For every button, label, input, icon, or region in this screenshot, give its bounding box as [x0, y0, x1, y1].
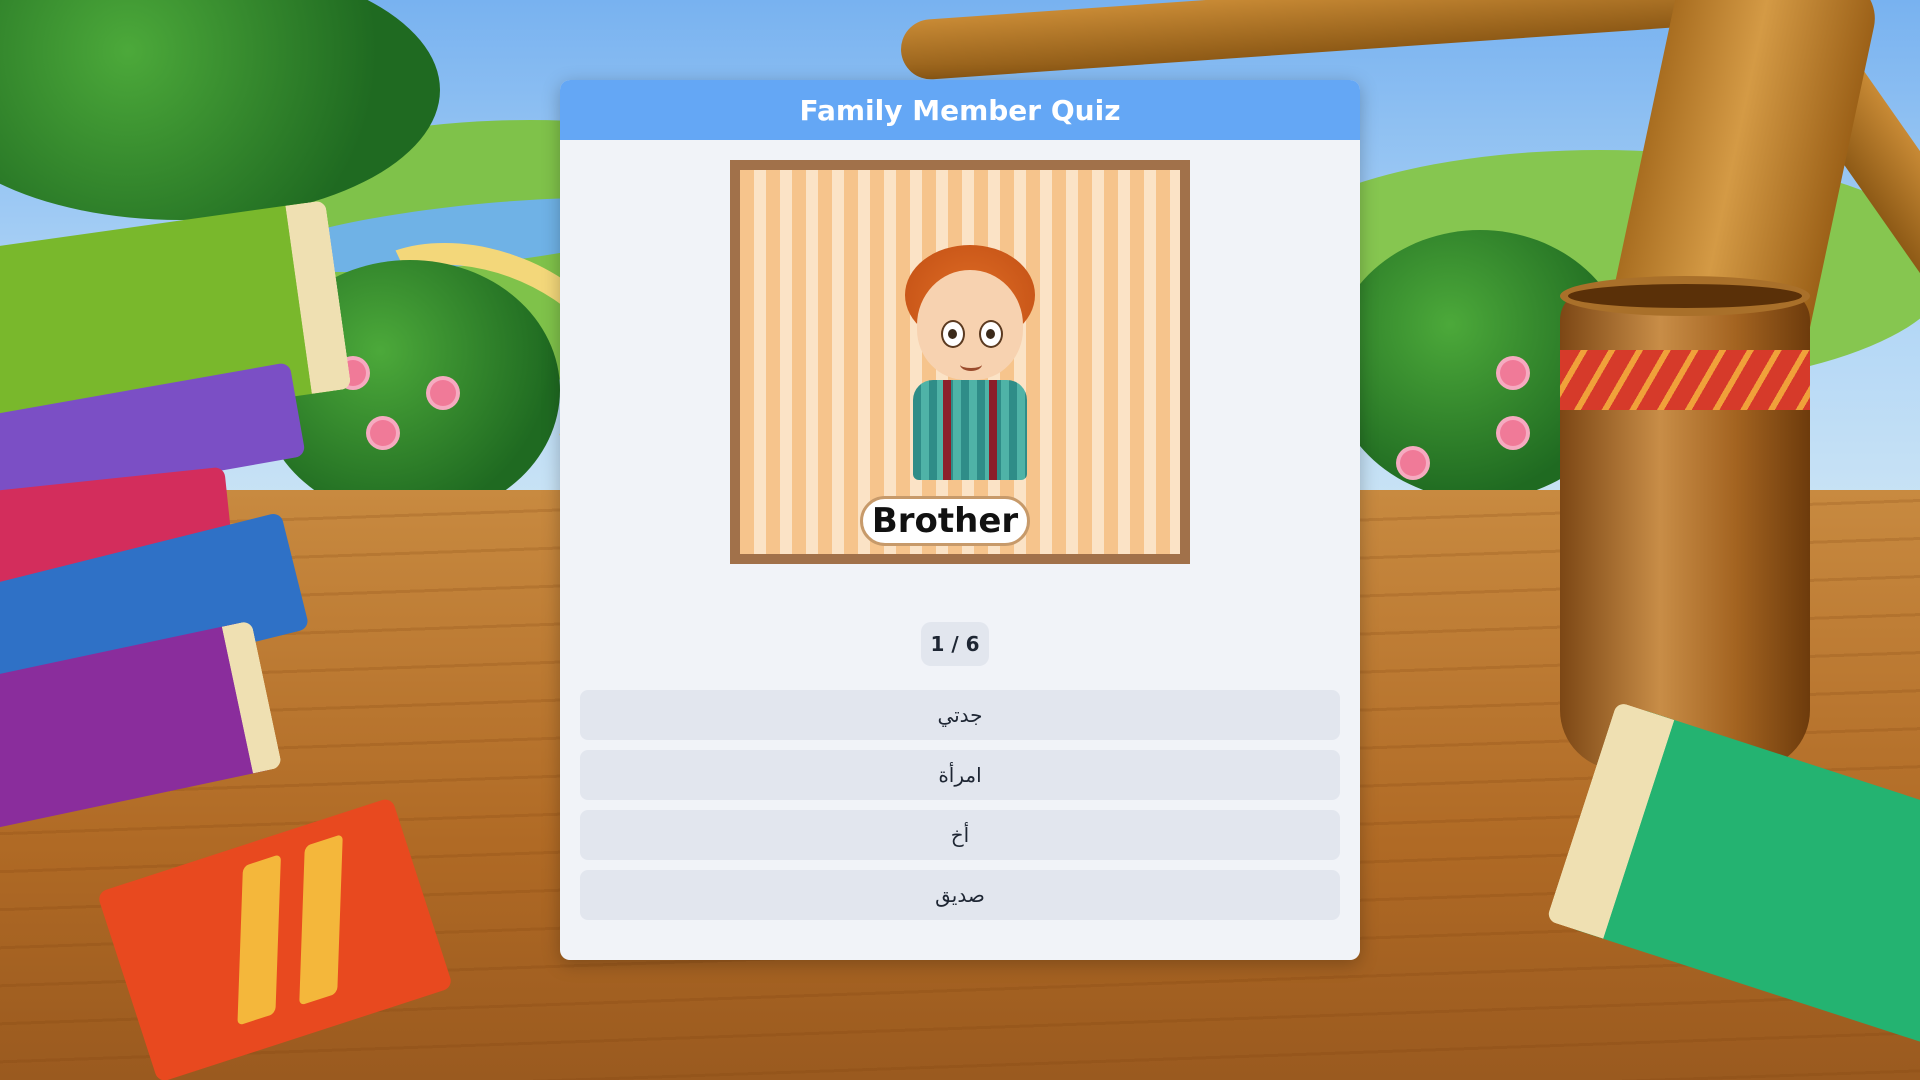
answer-option[interactable]: أخ	[580, 810, 1340, 860]
question-picture: Brother	[730, 160, 1190, 564]
flower	[370, 420, 396, 446]
flower	[1400, 450, 1426, 476]
quiz-title: Family Member Quiz	[799, 93, 1121, 127]
flower	[1500, 360, 1526, 386]
picture-label-text: Brother	[871, 501, 1019, 541]
quiz-card: Family Member Quiz Brother 1 / 6 جدتي ام…	[560, 80, 1360, 960]
picture-label: Brother	[860, 496, 1030, 546]
answer-option[interactable]: امرأة	[580, 750, 1340, 800]
answer-option[interactable]: جدتي	[580, 690, 1340, 740]
progress-counter: 1 / 6	[921, 622, 989, 666]
answer-option[interactable]: صديق	[580, 870, 1340, 920]
answer-options: جدتي امرأة أخ صديق	[580, 690, 1340, 930]
wooden-cup	[1560, 276, 1810, 770]
quiz-header: Family Member Quiz	[560, 80, 1360, 140]
flower	[1500, 420, 1526, 446]
flower	[430, 380, 456, 406]
boy-illustration	[895, 245, 1045, 495]
